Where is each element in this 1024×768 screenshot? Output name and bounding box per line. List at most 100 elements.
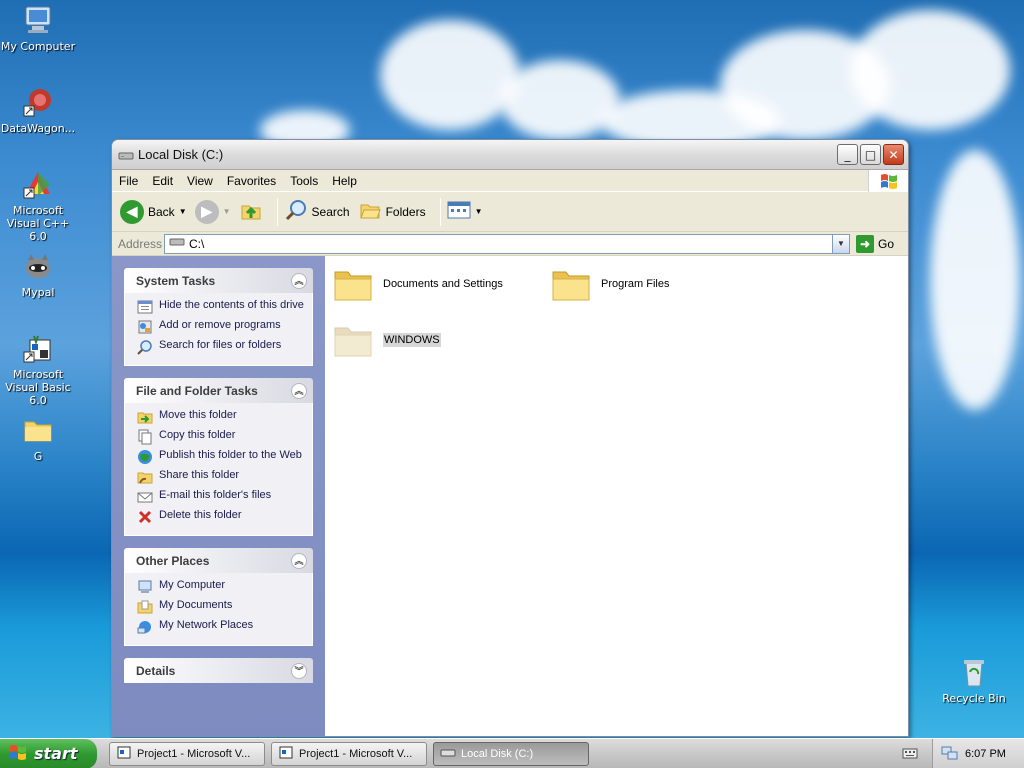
panel-title: File and Folder Tasks bbox=[136, 383, 258, 398]
maximize-button[interactable]: □ bbox=[860, 144, 881, 165]
other-places-header[interactable]: Other Places ︽ bbox=[124, 548, 313, 573]
folder-name: Program Files bbox=[601, 278, 670, 290]
recycle-bin-icon bbox=[958, 656, 990, 688]
task-label: Move this folder bbox=[159, 409, 237, 421]
folder-documents-and-settings[interactable]: Documents and Settings bbox=[333, 266, 503, 302]
task-label: Copy this folder bbox=[159, 429, 236, 441]
network-icon[interactable] bbox=[941, 745, 959, 764]
task-add-remove-programs[interactable]: Add or remove programs bbox=[137, 319, 304, 335]
desktop-icon-label: G bbox=[33, 450, 43, 463]
menu-file[interactable]: File bbox=[112, 174, 145, 188]
mypal-icon bbox=[22, 250, 54, 282]
desktop-icon-visual-cpp[interactable]: Microsoft Visual C++ 6.0 bbox=[0, 168, 78, 243]
task-label: Add or remove programs bbox=[159, 319, 281, 331]
task-publish-folder[interactable]: Publish this folder to the Web bbox=[137, 449, 304, 465]
clock[interactable]: 6:07 PM bbox=[965, 748, 1006, 760]
place-my-computer[interactable]: My Computer bbox=[137, 579, 304, 595]
taskbar-button-local-disk[interactable]: Local Disk (C:) bbox=[433, 741, 589, 766]
search-label: Search bbox=[311, 204, 350, 219]
folders-button[interactable]: Folders bbox=[358, 198, 426, 225]
visual-basic-icon bbox=[278, 744, 294, 763]
taskbar: start Project1 - Microsoft V... Project1… bbox=[0, 738, 1024, 768]
hide-contents-icon bbox=[137, 299, 153, 315]
search-button[interactable]: Search bbox=[284, 198, 350, 225]
menu-tools[interactable]: Tools bbox=[283, 174, 325, 188]
address-dropdown-button[interactable]: ▼ bbox=[832, 234, 849, 253]
folder-icon bbox=[333, 322, 373, 358]
address-input[interactable]: C:\ ▼ bbox=[164, 233, 850, 254]
taskbar-button-label: Project1 - Microsoft V... bbox=[137, 747, 251, 760]
task-search-files[interactable]: Search for files or folders bbox=[137, 339, 304, 355]
desktop-icon-mypal[interactable]: Mypal bbox=[0, 250, 78, 299]
task-copy-folder[interactable]: Copy this folder bbox=[137, 429, 304, 445]
other-places-panel: Other Places ︽ My Computer My Documents … bbox=[124, 548, 313, 646]
publish-web-icon bbox=[137, 449, 153, 465]
close-button[interactable]: ✕ bbox=[883, 144, 904, 165]
address-label: Address bbox=[118, 236, 163, 251]
title-bar[interactable]: Local Disk (C:) _ □ ✕ bbox=[112, 140, 908, 170]
local-disk-icon bbox=[118, 147, 134, 163]
task-share-folder[interactable]: Share this folder bbox=[137, 469, 304, 485]
task-move-folder[interactable]: Move this folder bbox=[137, 409, 304, 425]
go-button[interactable]: ➜ Go bbox=[856, 234, 894, 253]
desktop-icon-my-computer[interactable]: My Computer bbox=[0, 4, 78, 53]
folder-program-files[interactable]: Program Files bbox=[551, 266, 669, 302]
expand-icon[interactable]: ︾ bbox=[291, 662, 307, 679]
content-area: System Tasks ︽ Hide the contents of this… bbox=[112, 256, 908, 736]
desktop-icon-label: My Computer bbox=[0, 40, 76, 53]
views-icon bbox=[447, 200, 471, 223]
task-label: My Computer bbox=[159, 579, 226, 591]
share-folder-icon bbox=[137, 469, 153, 485]
go-arrow-icon: ➜ bbox=[856, 234, 874, 253]
desktop-icon-label: Microsoft Visual Basic 6.0 bbox=[5, 368, 71, 407]
toolbar-separator bbox=[276, 197, 278, 226]
details-header[interactable]: Details ︾ bbox=[124, 658, 313, 683]
collapse-icon[interactable]: ︽ bbox=[291, 272, 307, 289]
minimize-button[interactable]: _ bbox=[837, 144, 858, 165]
back-button[interactable]: ◀ Back ▼ bbox=[120, 199, 187, 224]
panel-title: System Tasks bbox=[136, 273, 216, 288]
folder-icon bbox=[551, 266, 591, 302]
keyboard-icon[interactable] bbox=[902, 746, 918, 760]
search-icon bbox=[284, 198, 308, 225]
task-label: Publish this folder to the Web bbox=[159, 449, 302, 461]
desktop-icon-label: Microsoft Visual C++ 6.0 bbox=[6, 204, 70, 243]
menu-bar: File Edit View Favorites Tools Help bbox=[112, 170, 908, 192]
copy-folder-icon bbox=[137, 429, 153, 445]
views-button[interactable]: ▼ bbox=[447, 200, 483, 223]
forward-dropdown-icon[interactable]: ▼ bbox=[223, 207, 231, 216]
task-label: E-mail this folder's files bbox=[159, 489, 272, 501]
desktop-icon-label: Recycle Bin bbox=[942, 692, 1006, 705]
email-icon bbox=[137, 489, 153, 505]
folder-windows[interactable]: WINDOWS bbox=[333, 322, 441, 358]
up-button[interactable] bbox=[239, 198, 263, 225]
place-my-network-places[interactable]: My Network Places bbox=[137, 619, 304, 635]
task-label: Search for files or folders bbox=[159, 339, 282, 351]
desktop-icon-recycle-bin[interactable]: Recycle Bin bbox=[934, 656, 1014, 705]
task-label: Share this folder bbox=[159, 469, 240, 481]
desktop-icon-g-folder[interactable]: G bbox=[0, 414, 78, 463]
start-button[interactable]: start bbox=[0, 738, 97, 768]
task-delete-folder[interactable]: Delete this folder bbox=[137, 509, 304, 525]
back-dropdown-icon[interactable]: ▼ bbox=[179, 207, 187, 216]
system-tasks-header[interactable]: System Tasks ︽ bbox=[124, 268, 313, 293]
menu-edit[interactable]: Edit bbox=[145, 174, 180, 188]
panel-title: Other Places bbox=[136, 553, 210, 568]
file-folder-tasks-header[interactable]: File and Folder Tasks ︽ bbox=[124, 378, 313, 403]
menu-view[interactable]: View bbox=[180, 174, 220, 188]
collapse-icon[interactable]: ︽ bbox=[291, 552, 307, 569]
file-folder-tasks-panel: File and Folder Tasks ︽ Move this folder… bbox=[124, 378, 313, 536]
desktop-icon-visual-basic[interactable]: Microsoft Visual Basic 6.0 bbox=[0, 332, 78, 407]
desktop-icon-datawagon[interactable]: DataWagon... bbox=[0, 86, 78, 135]
place-my-documents[interactable]: My Documents bbox=[137, 599, 304, 615]
taskbar-button-project1-a[interactable]: Project1 - Microsoft V... bbox=[109, 741, 265, 766]
windows-logo-icon bbox=[868, 170, 908, 192]
menu-help[interactable]: Help bbox=[325, 174, 364, 188]
task-email-folder-files[interactable]: E-mail this folder's files bbox=[137, 489, 304, 505]
network-places-icon bbox=[137, 619, 153, 635]
collapse-icon[interactable]: ︽ bbox=[291, 382, 307, 399]
menu-favorites[interactable]: Favorites bbox=[220, 174, 283, 188]
taskbar-button-project1-b[interactable]: Project1 - Microsoft V... bbox=[271, 741, 427, 766]
forward-button[interactable]: ▶ ▼ bbox=[194, 199, 231, 224]
task-hide-drive-contents[interactable]: Hide the contents of this drive bbox=[137, 299, 304, 315]
